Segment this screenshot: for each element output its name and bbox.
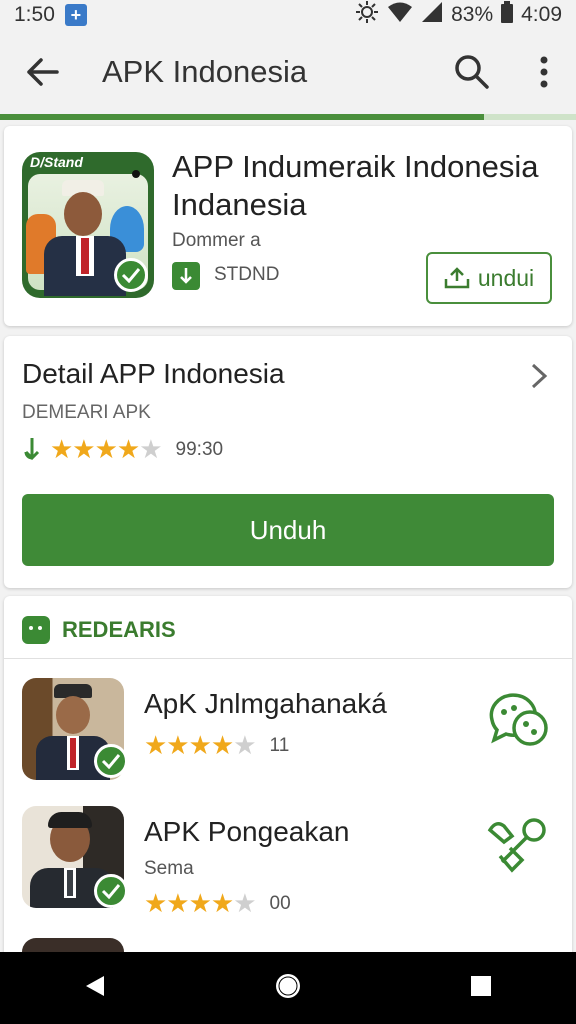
item-name: ApK Jnlmgahanaká [144, 688, 387, 719]
divider [4, 658, 572, 659]
section-header: REDEARIS [22, 616, 176, 644]
person-face [64, 192, 102, 236]
system-nav-bar [0, 952, 576, 1024]
rating-row: ★★★★★ 99:30 [22, 434, 223, 465]
detail-card: Detail APP Indonesia DEMEARI APK ★★★★★ 9… [4, 336, 572, 588]
detail-subtitle: DEMEARI APK [22, 402, 151, 423]
item-action-button[interactable] [482, 812, 552, 882]
item-name: APK Pongeakan [144, 816, 350, 847]
notification-plus-icon: + [64, 4, 87, 26]
verified-check-icon [94, 874, 128, 908]
app-title: APP Indumeraik Indonesia Indanesia [172, 149, 539, 222]
app-developer[interactable]: Dommer a [172, 230, 261, 252]
item-rating-count: 00 [269, 892, 291, 914]
related-apps-card: REDEARIS ApK Jnlmgahanaká ★★★★★ 11 APK P… [4, 596, 572, 956]
download-button[interactable]: Unduh [22, 494, 554, 566]
status-clock: 4:09 [521, 3, 562, 26]
download-count: STDND [214, 264, 280, 285]
verified-check-icon [114, 258, 148, 292]
item-rating-count: 11 [269, 734, 290, 756]
search-button[interactable] [450, 50, 494, 94]
app-bar: APK Indonesia [0, 30, 576, 114]
verified-check-icon [94, 744, 128, 778]
list-item[interactable]: ApK Jnlmgahanaká ★★★★★ 11 [4, 678, 572, 798]
sun-icon [355, 0, 379, 30]
back-button[interactable] [0, 30, 84, 114]
list-item[interactable]: APK Pongeakan Sema ★★★★★ 00 [4, 806, 572, 926]
app-header-card: D/Stand APP Indumeraik Indonesia Indanes… [4, 126, 572, 326]
download-thin-icon [24, 437, 40, 460]
loading-progress-bar [0, 114, 576, 120]
chat-bubble-icon [22, 616, 50, 644]
install-button-label: undui [477, 264, 535, 291]
rating-count: 99:30 [175, 438, 224, 460]
item-rating-stars: ★★★★★ [144, 730, 257, 760]
chevron-right-icon[interactable] [530, 362, 548, 395]
page-title: APK Indonesia [102, 54, 308, 89]
arrow-left-icon [27, 58, 59, 86]
wifi-icon [387, 1, 413, 29]
item-rating-stars: ★★★★★ [144, 888, 257, 918]
chat-bubbles-icon [489, 693, 548, 746]
signal-icon [421, 1, 443, 29]
item-subtitle: Sema [144, 858, 194, 879]
item-action-button[interactable] [482, 684, 552, 754]
status-time: 1:50 [14, 3, 55, 26]
battery-icon [501, 1, 514, 29]
rating-stars: ★★★★★ [50, 434, 163, 464]
circle-home-icon [275, 973, 300, 998]
search-icon [455, 55, 489, 89]
triangle-back-icon [85, 975, 104, 996]
nav-home-button[interactable] [273, 971, 303, 1006]
app-icon-brand: D/Stand [30, 154, 83, 170]
more-vert-icon [540, 56, 548, 88]
detail-title[interactable]: Detail APP Indonesia [22, 358, 285, 390]
square-recents-icon [471, 975, 492, 996]
tie-shape [81, 238, 89, 274]
app-icon[interactable]: D/Stand [22, 152, 154, 298]
nav-recents-button[interactable] [470, 975, 492, 1002]
status-bar: 1:50 + 83% 4:09 [0, 0, 576, 30]
install-button[interactable]: undui [426, 252, 552, 304]
battery-percent: 83% [451, 3, 494, 26]
download-arrow-icon [172, 262, 200, 290]
upload-tray-icon [444, 267, 470, 289]
settings-tool-icon [487, 818, 546, 873]
section-title: REDEARIS [62, 617, 176, 642]
nav-back-button[interactable] [84, 974, 106, 1003]
overflow-menu-button[interactable] [522, 50, 566, 94]
